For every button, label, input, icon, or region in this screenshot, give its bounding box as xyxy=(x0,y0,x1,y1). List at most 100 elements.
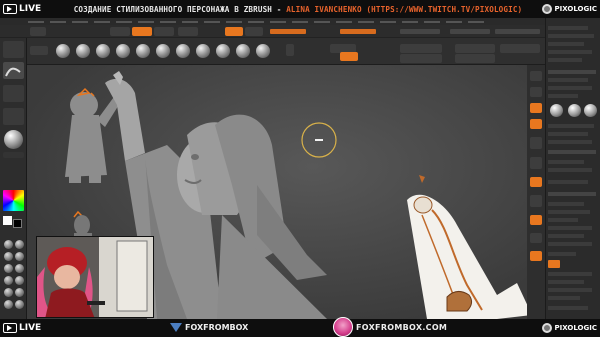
tool-slot-1-icon[interactable] xyxy=(4,240,13,249)
palette-row[interactable] xyxy=(548,140,592,144)
color-picker-icon[interactable] xyxy=(3,190,24,211)
menu-item[interactable] xyxy=(380,20,396,23)
menu-item[interactable] xyxy=(116,20,132,23)
palette-row[interactable] xyxy=(548,180,588,184)
brush-pinch-icon[interactable] xyxy=(156,44,170,58)
draw-button[interactable] xyxy=(132,27,152,36)
menu-item[interactable] xyxy=(50,20,66,23)
tool-slot-6-icon[interactable] xyxy=(15,264,24,273)
menu-item[interactable] xyxy=(28,20,44,23)
tool-slot-5-icon[interactable] xyxy=(4,264,13,273)
palette-row[interactable] xyxy=(548,42,584,46)
rgb-intensity-slider[interactable] xyxy=(270,29,306,34)
palette-row[interactable] xyxy=(548,94,578,98)
palette-toggle-button[interactable] xyxy=(548,260,560,268)
brush-button[interactable] xyxy=(30,46,48,55)
zsub-button[interactable] xyxy=(245,27,263,36)
secondary-color-swatch[interactable] xyxy=(13,219,22,228)
brush-snake-icon[interactable] xyxy=(236,44,250,58)
menu-item[interactable] xyxy=(270,20,286,23)
transp-button[interactable] xyxy=(500,44,540,53)
local-button[interactable] xyxy=(455,54,495,63)
tool-thumb-3-icon[interactable] xyxy=(584,104,597,117)
tool-slot-9-icon[interactable] xyxy=(4,288,13,297)
brush-claytubes-icon[interactable] xyxy=(256,44,270,58)
menu-item[interactable] xyxy=(358,20,374,23)
alpha-icon[interactable] xyxy=(3,85,24,102)
material-icon[interactable] xyxy=(4,130,23,149)
tool-slot-4-icon[interactable] xyxy=(15,252,24,261)
lightbox-button[interactable] xyxy=(30,27,46,36)
solo-icon[interactable] xyxy=(530,251,542,261)
palette-row[interactable] xyxy=(548,124,594,128)
palette-row[interactable] xyxy=(548,168,592,172)
menu-item[interactable] xyxy=(248,20,264,23)
tool-slot-10-icon[interactable] xyxy=(15,288,24,297)
palette-row[interactable] xyxy=(548,34,594,38)
tool-slot-3-icon[interactable] xyxy=(4,252,13,261)
tool-slot-2-icon[interactable] xyxy=(15,240,24,249)
focal-shift-slider[interactable] xyxy=(400,29,440,34)
rotate-icon[interactable] xyxy=(530,195,542,207)
tool-slot-8-icon[interactable] xyxy=(15,276,24,285)
palette-row[interactable] xyxy=(548,210,590,214)
z-intensity-slider[interactable] xyxy=(340,29,376,34)
palette-row[interactable] xyxy=(548,78,588,82)
palette-row[interactable] xyxy=(548,218,578,222)
floor-button[interactable] xyxy=(455,44,495,53)
palette-row[interactable] xyxy=(548,296,580,300)
texture-icon[interactable] xyxy=(3,108,24,125)
brush-clay-icon[interactable] xyxy=(76,44,90,58)
menu-item[interactable] xyxy=(94,20,110,23)
palette-row[interactable] xyxy=(548,202,584,206)
palette-row[interactable] xyxy=(548,288,592,292)
palette-row[interactable] xyxy=(548,160,584,164)
move-button[interactable] xyxy=(154,27,174,36)
frame-icon[interactable] xyxy=(530,137,542,149)
palette-row[interactable] xyxy=(548,272,592,276)
palette-row[interactable] xyxy=(548,86,592,90)
scroll-icon[interactable] xyxy=(530,87,542,97)
palette-row[interactable] xyxy=(548,252,576,256)
scale-button[interactable] xyxy=(178,27,198,36)
palette-row[interactable] xyxy=(548,242,592,246)
palette-row[interactable] xyxy=(548,280,584,284)
edit-button[interactable] xyxy=(110,27,130,36)
palette-row[interactable] xyxy=(548,58,582,62)
brush-trim-icon[interactable] xyxy=(196,44,210,58)
palette-row[interactable] xyxy=(548,50,592,54)
brush-standard-icon[interactable] xyxy=(56,44,70,58)
dynamesh-button[interactable] xyxy=(340,52,358,61)
palette-header[interactable] xyxy=(548,70,596,74)
move-icon[interactable] xyxy=(530,157,542,169)
menu-item[interactable] xyxy=(204,20,220,23)
palette-row[interactable] xyxy=(548,26,588,30)
dynamic-button[interactable] xyxy=(400,54,442,63)
tool-thumb-2-icon[interactable] xyxy=(568,104,581,117)
bpr-icon[interactable] xyxy=(530,71,542,81)
main-color-swatch[interactable] xyxy=(3,216,12,225)
palette-row[interactable] xyxy=(548,226,592,230)
brush-icon[interactable] xyxy=(3,41,24,58)
menu-item[interactable] xyxy=(446,20,462,23)
draw-size-slider[interactable] xyxy=(400,44,442,53)
brush-scroll-button[interactable] xyxy=(286,44,294,56)
transp-icon[interactable] xyxy=(530,233,542,243)
brush-move-icon[interactable] xyxy=(96,44,110,58)
menu-item[interactable] xyxy=(138,20,154,23)
menu-item[interactable] xyxy=(292,20,308,23)
tool-slot-7-icon[interactable] xyxy=(4,276,13,285)
brush-dam-icon[interactable] xyxy=(116,44,130,58)
menu-item[interactable] xyxy=(468,20,484,23)
menu-item[interactable] xyxy=(336,20,352,23)
menu-item[interactable] xyxy=(226,20,242,23)
tool-slot-11-icon[interactable] xyxy=(4,300,13,309)
menu-item[interactable] xyxy=(424,20,440,23)
menu-item[interactable] xyxy=(160,20,176,23)
brush-smooth-icon[interactable] xyxy=(176,44,190,58)
polyf-icon[interactable] xyxy=(530,215,542,225)
menu-item[interactable] xyxy=(182,20,198,23)
brush-inflate-icon[interactable] xyxy=(136,44,150,58)
palette-header[interactable] xyxy=(548,150,596,154)
palette-header[interactable] xyxy=(548,192,596,196)
